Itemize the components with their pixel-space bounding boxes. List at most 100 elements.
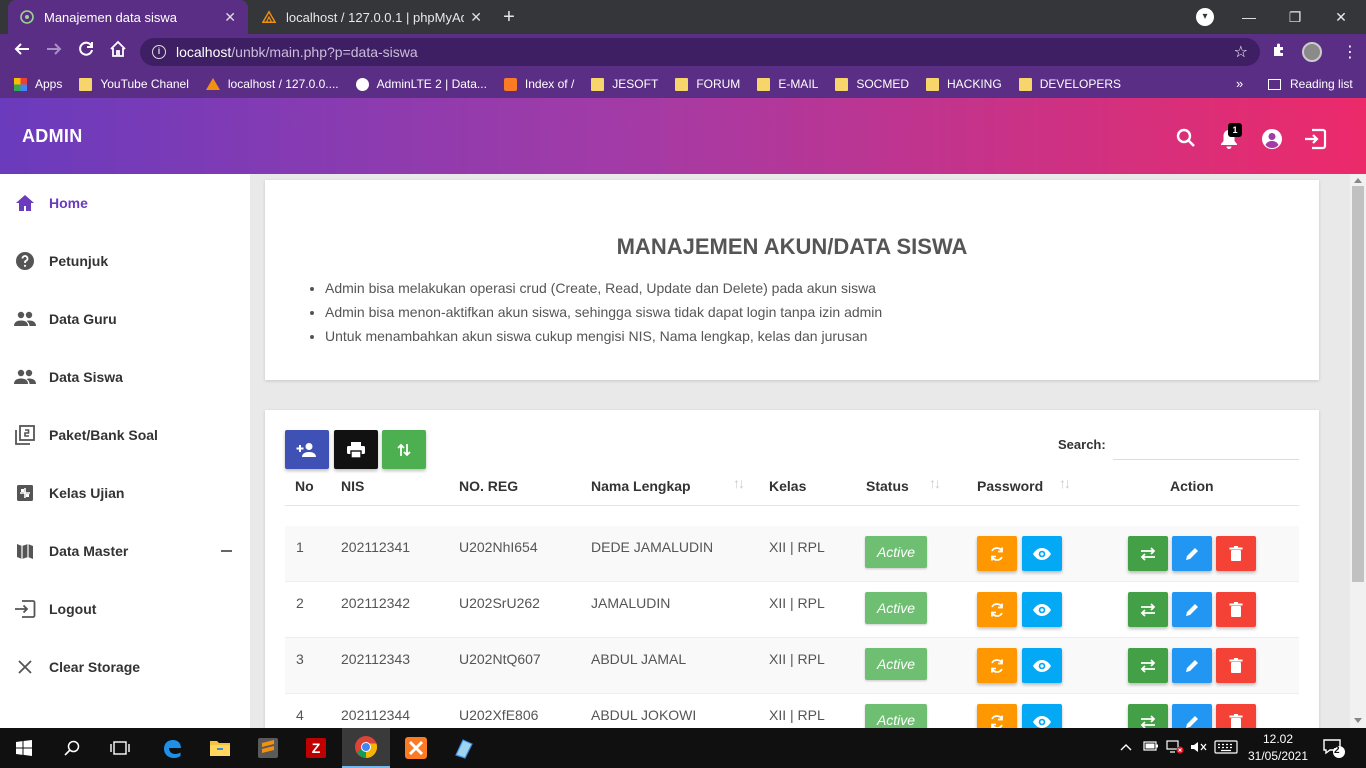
scroll-up-icon[interactable]	[1354, 178, 1362, 183]
toggle-status-button[interactable]	[1128, 592, 1168, 627]
forward-icon[interactable]	[42, 40, 66, 64]
reset-password-button[interactable]	[977, 592, 1017, 627]
snipping-tool-icon[interactable]	[440, 728, 488, 768]
edit-button[interactable]	[1172, 592, 1212, 627]
edit-button[interactable]	[1172, 704, 1212, 728]
column-header-no[interactable]: No	[295, 478, 314, 494]
view-password-button[interactable]	[1022, 536, 1062, 571]
bookmark-developers[interactable]: DEVELOPERS	[1018, 77, 1121, 91]
bookmark-youtube[interactable]: YouTube Chanel	[79, 77, 189, 91]
toggle-status-button[interactable]	[1128, 704, 1168, 728]
search-input[interactable]	[1113, 430, 1299, 460]
status-badge[interactable]: Active	[865, 536, 927, 568]
tab-close-icon[interactable]: ✕	[470, 9, 482, 26]
reset-password-button[interactable]	[977, 704, 1017, 728]
bookmark-forum[interactable]: FORUM	[675, 77, 740, 91]
bookmark-email[interactable]: E-MAIL	[757, 77, 818, 91]
minimize-button[interactable]: —	[1226, 0, 1272, 34]
sidebar-item-clear-storage[interactable]: Clear Storage	[0, 638, 250, 696]
bookmark-index[interactable]: Index of /	[503, 77, 574, 91]
browser-tab-active[interactable]: Manajemen data siswa ✕	[8, 0, 248, 34]
filezilla-icon[interactable]: Z	[292, 728, 340, 768]
edit-button[interactable]	[1172, 536, 1212, 571]
column-header-status[interactable]: Status	[866, 478, 909, 494]
sublime-text-icon[interactable]	[244, 728, 292, 768]
battery-icon[interactable]	[1143, 740, 1159, 755]
new-tab-button[interactable]: +	[498, 6, 520, 28]
logout-header-icon[interactable]	[1303, 128, 1327, 150]
file-explorer-icon[interactable]	[196, 728, 244, 768]
bookmark-socmed[interactable]: SOCMED	[835, 77, 909, 91]
profile-avatar[interactable]	[1302, 42, 1322, 62]
status-badge[interactable]: Active	[865, 704, 927, 728]
sort-icon[interactable]: ↑↓	[733, 475, 745, 491]
bookmark-adminlte[interactable]: AdminLTE 2 | Data...	[355, 77, 487, 91]
page-scrollbar[interactable]	[1350, 174, 1366, 728]
app-brand[interactable]: ADMIN	[22, 126, 83, 147]
restore-button[interactable]: ❐	[1272, 0, 1318, 34]
collapse-icon[interactable]	[221, 550, 232, 552]
browser-menu-icon[interactable]: ⋮	[1342, 42, 1358, 62]
print-button[interactable]	[334, 430, 378, 469]
reset-password-button[interactable]	[977, 648, 1017, 683]
sidebar-item-data-master[interactable]: Data Master	[0, 522, 250, 580]
sort-icon[interactable]: ↑↓	[1059, 475, 1071, 491]
column-header-password[interactable]: Password	[977, 478, 1043, 494]
keyboard-icon[interactable]	[1214, 740, 1238, 757]
reading-list-button[interactable]: Reading list	[1268, 70, 1353, 98]
start-button[interactable]	[0, 728, 48, 768]
view-password-button[interactable]	[1022, 704, 1062, 728]
tab-close-icon[interactable]: ✕	[224, 9, 236, 26]
volume-muted-icon[interactable]	[1190, 740, 1208, 757]
reset-password-button[interactable]	[977, 536, 1017, 571]
toggle-status-button[interactable]	[1128, 536, 1168, 571]
back-icon[interactable]	[10, 40, 34, 64]
status-badge[interactable]: Active	[865, 648, 927, 680]
view-password-button[interactable]	[1022, 592, 1062, 627]
task-view-icon[interactable]	[96, 728, 144, 768]
toggle-status-button[interactable]	[1128, 648, 1168, 683]
network-icon[interactable]	[1166, 740, 1184, 757]
edit-button[interactable]	[1172, 648, 1212, 683]
column-header-nama[interactable]: Nama Lengkap	[591, 478, 691, 494]
delete-button[interactable]	[1216, 704, 1256, 728]
sidebar-item-home[interactable]: Home	[0, 174, 250, 232]
extensions-icon[interactable]	[1271, 42, 1287, 63]
bookmark-localhost[interactable]: localhost / 127.0.0....	[205, 77, 339, 91]
home-browser-icon[interactable]	[106, 40, 130, 64]
add-student-button[interactable]	[285, 430, 329, 469]
sidebar-item-logout[interactable]: Logout	[0, 580, 250, 638]
sidebar-item-petunjuk[interactable]: Petunjuk	[0, 232, 250, 290]
bookmark-apps[interactable]: Apps	[14, 77, 62, 91]
bookmark-hacking[interactable]: HACKING	[926, 77, 1002, 91]
tray-overflow-icon[interactable]	[1120, 740, 1132, 755]
action-center-icon[interactable]: 2	[1322, 736, 1346, 760]
import-export-button[interactable]	[382, 430, 426, 469]
account-icon[interactable]	[1261, 128, 1283, 150]
edge-icon[interactable]	[148, 728, 196, 768]
bookmarks-overflow-button[interactable]: »	[1236, 76, 1243, 91]
delete-button[interactable]	[1216, 536, 1256, 571]
bookmark-jesoft[interactable]: JESOFT	[591, 77, 658, 91]
column-header-nis[interactable]: NIS	[341, 478, 364, 494]
search-icon[interactable]	[1176, 128, 1198, 150]
address-bar[interactable]: i localhost/unbk/main.php?p=data-siswa ☆	[140, 38, 1260, 66]
bookmark-star-icon[interactable]: ☆	[1234, 42, 1248, 62]
column-header-noreg[interactable]: NO. REG	[459, 478, 518, 494]
status-badge[interactable]: Active	[865, 592, 927, 624]
site-info-icon[interactable]: i	[152, 45, 166, 59]
sort-icon[interactable]: ↑↓	[929, 475, 941, 491]
tab-search-icon[interactable]: ▾	[1196, 8, 1214, 26]
sidebar-item-data-siswa[interactable]: Data Siswa	[0, 348, 250, 406]
scroll-thumb[interactable]	[1352, 186, 1364, 582]
reload-icon[interactable]	[74, 40, 98, 64]
taskbar-clock[interactable]: 12.02 31/05/2021	[1246, 731, 1310, 765]
scroll-down-icon[interactable]	[1354, 718, 1362, 723]
delete-button[interactable]	[1216, 592, 1256, 627]
sidebar-item-paket-bank-soal[interactable]: Paket/Bank Soal	[0, 406, 250, 464]
column-header-kelas[interactable]: Kelas	[769, 478, 806, 494]
search-taskbar-icon[interactable]	[48, 728, 96, 768]
browser-tab-phpmyadmin[interactable]: localhost / 127.0.0.1 | phpMyAdm ✕	[250, 0, 494, 34]
sidebar-item-data-guru[interactable]: Data Guru	[0, 290, 250, 348]
delete-button[interactable]	[1216, 648, 1256, 683]
